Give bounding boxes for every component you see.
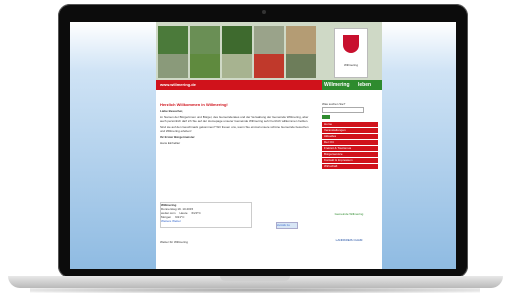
brand-logo[interactable]: Willmering leben xyxy=(322,80,382,90)
logo1-text: Gemeinde Willmering xyxy=(334,212,364,216)
greeting: Liebe Besucher, xyxy=(160,109,184,113)
photo-tile xyxy=(190,54,220,78)
paragraph-1: im Namen der Bürgerinnen und Bürger, des… xyxy=(160,115,309,123)
menu-item[interactable]: Aktuelles xyxy=(322,134,378,139)
photo-tile xyxy=(158,26,188,54)
closing: Ihr Erster Bürgermeister xyxy=(160,135,195,139)
search-label: Was suchen Sie? xyxy=(322,102,346,106)
laptop-mockup: Willmering www.willmering.de Willmering … xyxy=(0,0,511,299)
weather-today-temp: 6/23°C xyxy=(191,211,201,215)
weather-link[interactable]: Weitere Wetter xyxy=(161,219,251,223)
shield-icon xyxy=(343,35,359,53)
search-input[interactable] xyxy=(322,107,364,113)
menu-item[interactable]: Home xyxy=(322,122,378,127)
logo-landkreis[interactable]: LANDKREIS CHAM xyxy=(330,228,368,246)
photo-tile xyxy=(222,54,252,78)
menu-item[interactable]: Wirtschaft xyxy=(322,164,378,169)
photo-tile xyxy=(286,26,316,54)
photo-tile xyxy=(254,26,284,54)
menu-item[interactable]: Veranstaltungen xyxy=(322,128,378,133)
paragraph-2: Sind sie auf den Geschmack gekommen? Wir… xyxy=(160,125,309,133)
brand-part1: Willmering xyxy=(324,82,350,88)
logo2-text: LANDKREIS CHAM xyxy=(335,238,363,242)
photo-tile xyxy=(254,54,284,78)
signature: Hans Einhellier xyxy=(160,141,181,145)
website: Willmering www.willmering.de Willmering … xyxy=(156,22,382,269)
laptop-screen: Willmering www.willmering.de Willmering … xyxy=(70,22,456,269)
footer-link[interactable]: Wetter für Willmering xyxy=(160,240,188,244)
camera-icon xyxy=(262,10,266,14)
photo-tile xyxy=(190,26,220,54)
main-content: Herzlich Willkommen in Willmering! Liebe… xyxy=(160,102,310,145)
photo-tile xyxy=(286,54,316,78)
menu-item[interactable]: Freizeit & Tourismus xyxy=(322,146,378,151)
laptop-notch xyxy=(220,276,290,281)
sidebar: Was suchen Sie? Home Veranstaltungen Akt… xyxy=(322,102,378,170)
brand-part2: leben xyxy=(358,82,372,88)
logo-gemeinde[interactable]: Gemeinde Willmering xyxy=(330,207,368,221)
welcome-heading: Herzlich Willkommen in Willmering! xyxy=(160,102,228,107)
menu-item[interactable]: Kontakt & Impressum xyxy=(322,158,378,163)
photo-tile xyxy=(222,26,252,54)
menu-item[interactable]: Der Ort xyxy=(322,140,378,145)
weather-widget: Willmering Donnerstag 19. 10.2015 wetter… xyxy=(160,202,252,228)
photo-tile xyxy=(158,54,188,78)
header-banner: Willmering xyxy=(156,22,382,80)
back-button[interactable]: zurück zu xyxy=(276,222,298,229)
coat-of-arms: Willmering xyxy=(334,28,368,78)
menu-item[interactable]: Bürgerservice xyxy=(322,152,378,157)
site-url[interactable]: www.willmering.de xyxy=(160,82,196,87)
search-button[interactable] xyxy=(322,115,330,119)
crest-label: Willmering xyxy=(343,63,358,67)
nav-menu: Home Veranstaltungen Aktuelles Der Ort F… xyxy=(322,122,378,169)
